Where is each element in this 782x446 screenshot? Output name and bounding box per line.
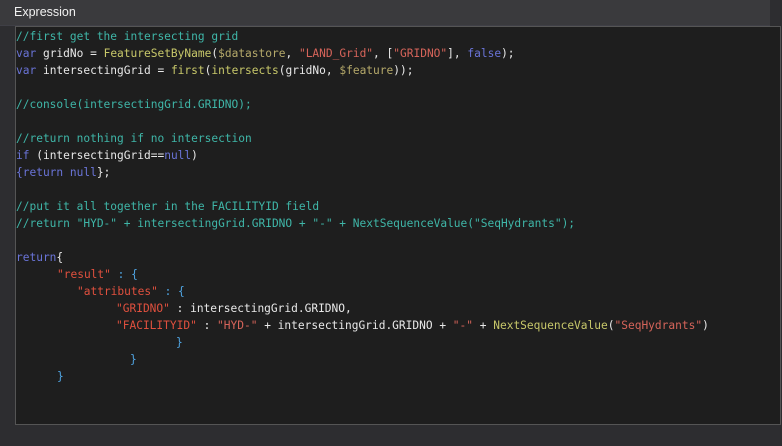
- code-token: ): [191, 149, 198, 162]
- code-token: {: [56, 251, 64, 264]
- code-token: :: [196, 319, 218, 332]
- code-token: ));: [393, 64, 414, 77]
- function-name: intersects: [211, 64, 279, 77]
- code-line-3: var intersectingGrid = first(intersects(…: [16, 62, 709, 79]
- code-token: , [: [373, 47, 394, 60]
- code-line-2: var gridNo = FeatureSetByName($datastore…: [16, 45, 709, 62]
- code-line-1: //first get the intersecting grid: [16, 30, 239, 43]
- code-line-19: }: [16, 334, 709, 351]
- code-token: : {: [157, 285, 185, 298]
- code-content[interactable]: //first get the intersecting grid var gri…: [16, 28, 709, 385]
- global-variable: $feature: [339, 64, 394, 77]
- code-token: }: [57, 370, 64, 383]
- string-literal: "-": [452, 319, 474, 332]
- code-line-18: "FACILITYID" : "HYD-" + intersectingGrid…: [16, 317, 709, 334]
- keyword-var: var: [16, 47, 37, 60]
- keyword-var: var: [16, 64, 37, 77]
- code-line-8: if (intersectingGrid==null): [16, 147, 709, 164]
- code-line-21: }: [16, 368, 709, 385]
- object-key: "FACILITYID": [116, 319, 197, 332]
- keyword-if: if: [16, 149, 30, 162]
- code-token: };: [96, 166, 111, 179]
- expression-panel: Expression //first get the intersecting …: [0, 0, 782, 446]
- code-token: );: [501, 47, 515, 60]
- global-variable: $datastore: [218, 47, 286, 60]
- keyword-null: null: [69, 166, 97, 179]
- panel-header: Expression: [0, 0, 770, 26]
- keyword-null: null: [164, 149, 192, 162]
- code-token: intersectingGrid =: [36, 64, 171, 77]
- code-token: +: [473, 319, 494, 332]
- function-name: FeatureSetByName: [103, 47, 212, 60]
- keyword-return: return: [16, 251, 57, 264]
- object-key: "attributes": [77, 285, 158, 298]
- code-token: + intersectingGrid.GRIDNO +: [257, 319, 453, 332]
- code-line-9: {return null};: [16, 164, 709, 181]
- code-line-12: //return "HYD-" + intersectingGrid.GRIDN…: [16, 217, 576, 230]
- code-token: ],: [447, 47, 468, 60]
- code-token: ): [702, 319, 709, 332]
- code-line-5: //console(intersectingGrid.GRIDNO);: [16, 98, 252, 111]
- code-token: : intersectingGrid.GRIDNO,: [169, 302, 352, 315]
- code-token: (intersectingGrid==: [29, 149, 165, 162]
- code-line-17: "GRIDNO" : intersectingGrid.GRIDNO,: [16, 300, 709, 317]
- code-token: (: [607, 319, 615, 332]
- object-key: "GRIDNO": [116, 302, 170, 315]
- object-key: "result": [57, 268, 111, 281]
- code-line-20: }: [16, 351, 709, 368]
- code-line-16: "attributes" : {: [16, 283, 709, 300]
- string-literal: "HYD-": [217, 319, 258, 332]
- code-line-11: //put it all together in the FACILITYID …: [16, 200, 320, 213]
- string-literal: "LAND_Grid": [298, 47, 374, 60]
- code-token: : {: [110, 268, 138, 281]
- function-name: first: [170, 64, 205, 77]
- code-token: }: [130, 353, 137, 366]
- function-name: NextSequenceValue: [493, 319, 608, 332]
- code-line-14: return{: [16, 249, 709, 266]
- code-token: (gridNo,: [278, 64, 340, 77]
- code-token: }: [176, 336, 183, 349]
- keyword-false: false: [467, 47, 502, 60]
- string-literal: "SeqHydrants": [614, 319, 703, 332]
- code-token: {return: [16, 166, 70, 179]
- code-token: ,: [285, 47, 299, 60]
- code-line-15: "result" : {: [16, 266, 709, 283]
- code-token: gridNo =: [36, 47, 104, 60]
- string-literal: "GRIDNO": [393, 47, 448, 60]
- code-editor[interactable]: //first get the intersecting grid var gri…: [15, 26, 781, 425]
- panel-title: Expression: [14, 5, 76, 19]
- code-line-7: //return nothing if no intersection: [16, 132, 252, 145]
